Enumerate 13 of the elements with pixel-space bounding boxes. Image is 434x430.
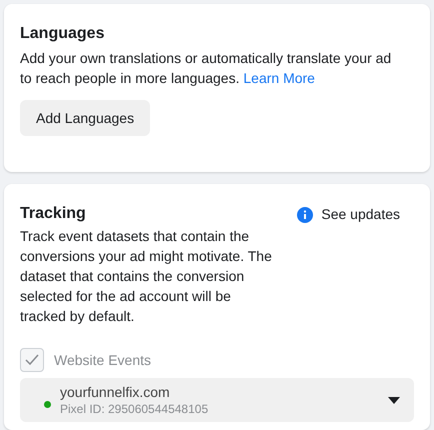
description-text: Track event datasets that contain the conversions your ad might motivate. The dataset that contains the conversion selected for the ad account will be tracked by default. xyxy=(20,227,273,326)
dataset-name: yourfunnelfix.com xyxy=(60,383,171,401)
info-icon xyxy=(297,206,314,222)
see-updates-link[interactable]: See updates xyxy=(297,204,400,225)
pixel-id-text: Pixel ID: 295060544548105 xyxy=(60,401,210,417)
caret-icon xyxy=(388,396,400,404)
add-languages-button[interactable]: Add Languages xyxy=(20,100,150,136)
dataset-dropdown[interactable]: yourfunnelfix.com Pixel ID: 295060544548105 xyxy=(20,378,414,422)
description-text: Add your own translations or automatically translate your ad to reach people in more languages. Learn More xyxy=(20,49,392,88)
check-icon xyxy=(25,354,39,366)
section-title: Tracking xyxy=(20,204,86,224)
section-title: Languages xyxy=(20,24,104,44)
learn-more-link[interactable]: Learn More xyxy=(243,70,315,86)
